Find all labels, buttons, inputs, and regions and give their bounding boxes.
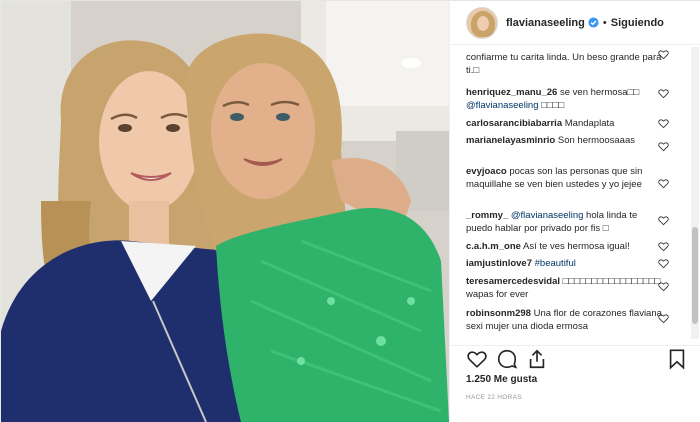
instagram-post: flavianaseeling • Siguiendo confiarme tu… [0,0,700,422]
comment-item: _rommy_ @flavianaseeling hola linda te p… [466,209,662,235]
comment-mention[interactable]: @flavianaseeling [466,100,539,111]
post-header: flavianaseeling • Siguiendo [450,1,700,45]
comment-username[interactable]: henriquez_manu_26 [466,87,557,98]
share-icon[interactable] [526,348,548,370]
comment-username[interactable]: robinsonm298 [466,308,531,319]
comment-item: evyjoaco pocas son las personas que sin … [466,165,662,191]
post-actions: 1.250 Me gusta HACE 22 HORAS [450,345,700,422]
photo-illustration [1,1,449,422]
likes-count[interactable]: 1.250 Me gusta [466,374,537,385]
comment-text: Así te ves hermosa igual! [523,241,630,252]
post-side-panel: flavianaseeling • Siguiendo confiarme tu… [449,1,700,422]
avatar[interactable] [466,6,498,39]
following-button[interactable]: Siguiendo [611,17,664,29]
comment-username[interactable]: iamjustinlove7 [466,258,532,269]
comment-item: confiarme tu carita linda. Un beso grand… [466,51,662,77]
comments-list[interactable]: confiarme tu carita linda. Un beso grand… [450,46,700,344]
comment-username[interactable]: _rommy_ [466,210,508,221]
comment-item: carlosarancibiabarria Mandaplata [466,117,662,130]
comment-text: se ven hermosa□□ [559,87,640,98]
comment-username[interactable]: c.a.h.m_one [466,241,521,252]
comments-scrollbar-thumb[interactable] [692,227,698,324]
comment-text: Son hermoosaaas [557,135,635,146]
comment-item: robinsonm298 Una flor de corazones flavi… [466,307,662,333]
comment-username[interactable]: marianelayasminrio [466,135,555,146]
comment-item: c.a.h.m_one Así te ves hermosa igual! [466,240,662,253]
username-link[interactable]: flavianaseeling [506,17,585,29]
comment-username[interactable]: teresamercedesvidal [466,276,560,287]
comment-icon[interactable] [496,348,518,370]
comment-item: teresamercedesvidal □□□□□□□□□□□□□□□□□ wa… [466,275,662,301]
comment-hashtag[interactable]: #beautiful [535,258,576,269]
heart-icon[interactable] [658,141,669,152]
comment-text-tail: □□□□ [541,100,565,111]
comment-text: confiarme tu carita linda. Un beso grand… [466,52,662,76]
separator-dot: • [602,16,607,29]
comment-item: iamjustinlove7 #beautiful [466,257,662,270]
like-heart-icon[interactable] [466,348,488,370]
comment-item: henriquez_manu_26 se ven hermosa□□ @flav… [466,86,662,112]
heart-icon[interactable] [658,241,669,252]
comment-username[interactable]: carlosarancibiabarria [466,118,562,129]
comment-text: Mandaplata [564,118,615,129]
heart-icon[interactable] [658,258,669,269]
heart-icon[interactable] [658,49,669,60]
heart-icon[interactable] [658,88,669,99]
post-timestamp[interactable]: HACE 22 HORAS [466,394,522,401]
comment-item: marianelayasminrio Son hermoosaaas [466,134,662,147]
post-photo[interactable] [1,1,449,422]
comment-username[interactable]: evyjoaco [466,166,507,177]
heart-icon[interactable] [658,313,669,324]
comment-mention[interactable]: @flavianaseeling [511,210,584,221]
heart-icon[interactable] [658,281,669,292]
heart-icon[interactable] [658,215,669,226]
bookmark-icon[interactable] [666,348,688,370]
verified-badge-icon [588,17,599,28]
heart-icon[interactable] [658,178,669,189]
heart-icon[interactable] [658,118,669,129]
